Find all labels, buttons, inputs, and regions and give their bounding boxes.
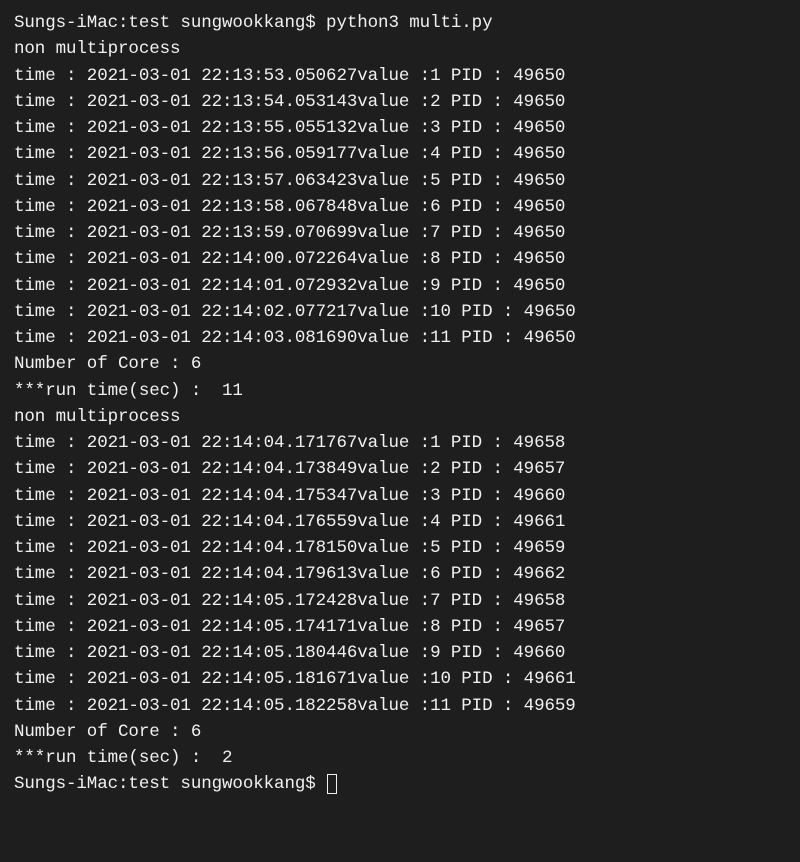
output-line: time : 2021-03-01 22:14:05.172428value :… — [14, 588, 786, 614]
output-line: time : 2021-03-01 22:14:01.072932value :… — [14, 273, 786, 299]
core-count-line: Number of Core : 6 — [14, 351, 786, 377]
output-line: time : 2021-03-01 22:13:53.050627value :… — [14, 63, 786, 89]
output-line: time : 2021-03-01 22:14:05.181671value :… — [14, 666, 786, 692]
output-line: time : 2021-03-01 22:14:04.176559value :… — [14, 509, 786, 535]
output-line: time : 2021-03-01 22:14:04.175347value :… — [14, 483, 786, 509]
output-block-1: time : 2021-03-01 22:13:53.050627value :… — [14, 63, 786, 352]
output-line: time : 2021-03-01 22:13:56.059177value :… — [14, 141, 786, 167]
output-line: time : 2021-03-01 22:14:04.171767value :… — [14, 430, 786, 456]
output-line: time : 2021-03-01 22:13:55.055132value :… — [14, 115, 786, 141]
output-line: time : 2021-03-01 22:14:03.081690value :… — [14, 325, 786, 351]
output-block-2: time : 2021-03-01 22:14:04.171767value :… — [14, 430, 786, 719]
command-prompt-line[interactable]: Sungs-iMac:test sungwookkang$ — [14, 771, 786, 797]
output-line: time : 2021-03-01 22:14:05.180446value :… — [14, 640, 786, 666]
output-line: time : 2021-03-01 22:14:04.178150value :… — [14, 535, 786, 561]
core-count-line: Number of Core : 6 — [14, 719, 786, 745]
cursor-icon — [327, 774, 337, 794]
output-line: time : 2021-03-01 22:14:04.173849value :… — [14, 456, 786, 482]
output-line: time : 2021-03-01 22:13:58.067848value :… — [14, 194, 786, 220]
output-line: time : 2021-03-01 22:13:54.053143value :… — [14, 89, 786, 115]
section-header: non multiprocess — [14, 404, 786, 430]
terminal-output[interactable]: Sungs-iMac:test sungwookkang$ python3 mu… — [14, 10, 786, 798]
output-line: time : 2021-03-01 22:14:04.179613value :… — [14, 561, 786, 587]
command-prompt-line: Sungs-iMac:test sungwookkang$ python3 mu… — [14, 10, 786, 36]
prompt-text: Sungs-iMac:test sungwookkang$ — [14, 774, 326, 794]
output-line: time : 2021-03-01 22:13:57.063423value :… — [14, 168, 786, 194]
output-line: time : 2021-03-01 22:14:00.072264value :… — [14, 246, 786, 272]
output-line: time : 2021-03-01 22:14:02.077217value :… — [14, 299, 786, 325]
runtime-line: ***run time(sec) : 11 — [14, 378, 786, 404]
output-line: time : 2021-03-01 22:14:05.182258value :… — [14, 693, 786, 719]
output-line: time : 2021-03-01 22:14:05.174171value :… — [14, 614, 786, 640]
output-line: time : 2021-03-01 22:13:59.070699value :… — [14, 220, 786, 246]
section-header: non multiprocess — [14, 36, 786, 62]
runtime-line: ***run time(sec) : 2 — [14, 745, 786, 771]
